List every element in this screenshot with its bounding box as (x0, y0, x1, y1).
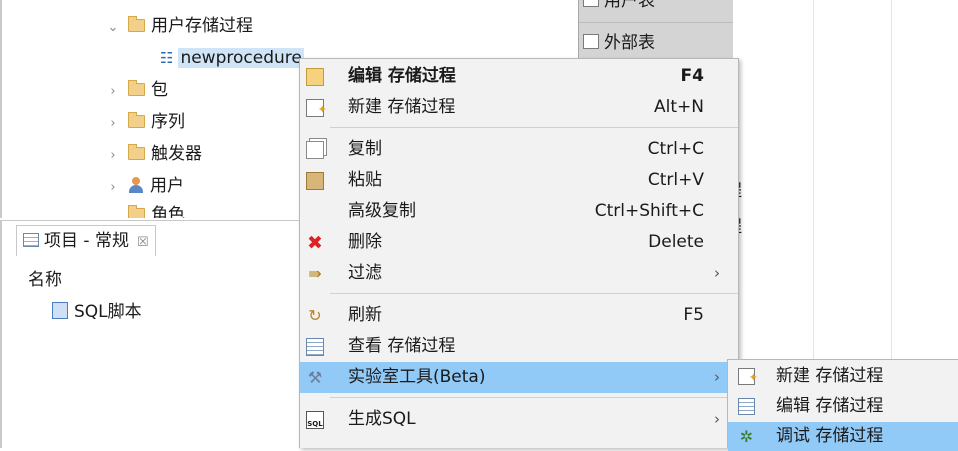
object-row-external-tables[interactable]: 外部表 (583, 28, 655, 58)
menu-item-shortcut: F5 (683, 305, 704, 325)
delete-icon: ✖ (307, 232, 323, 254)
object-row-label: 外部表 (604, 33, 655, 53)
menu-item-shortcut: Ctrl+C (647, 139, 704, 159)
tree-item-user-procedures[interactable]: ⌄ 用户存储过程 (106, 11, 253, 41)
new-icon (306, 94, 327, 125)
submenu-item-edit-procedure[interactable]: 编辑 存储过程 (728, 392, 958, 421)
folder-icon (128, 80, 145, 96)
chevron-right-icon[interactable]: › (106, 141, 120, 171)
table-icon (583, 34, 599, 49)
tree-item-newprocedure[interactable]: ☷ newprocedure (160, 43, 304, 73)
tree-item-label: newprocedure (178, 48, 304, 68)
user-icon (128, 177, 144, 193)
filter-icon: ⇛ (308, 264, 322, 283)
folder-icon (128, 144, 145, 160)
chevron-right-icon: › (714, 264, 720, 282)
menu-item-filter[interactable]: ⇛ 过滤 › (300, 258, 738, 289)
menu-item-label: 删除 (348, 232, 382, 252)
menu-separator (330, 127, 738, 128)
column-header-name[interactable]: 名称 (28, 265, 62, 290)
menu-item-view-procedure[interactable]: 查看 存储过程 (300, 331, 738, 362)
menu-item-shortcut: Ctrl+V (647, 170, 704, 190)
paste-icon (306, 172, 324, 190)
menu-item-label: 复制 (348, 139, 382, 159)
view-icon (306, 338, 324, 356)
chevron-right-icon[interactable]: › (106, 77, 120, 107)
table-view-icon (23, 233, 39, 247)
sql-script-icon (52, 302, 68, 319)
procedure-icon: ☷ (160, 49, 174, 67)
menu-item-advanced-copy[interactable]: 高级复制 Ctrl+Shift+C (300, 196, 738, 227)
menu-item-label: 查看 存储过程 (348, 336, 456, 356)
tree-item-label: 序列 (151, 112, 185, 132)
folder-icon (128, 205, 145, 218)
chevron-down-icon[interactable]: ⌄ (106, 13, 120, 43)
chevron-right-icon: › (714, 368, 720, 386)
menu-item-label: 过滤 (348, 263, 382, 283)
menu-item-new-procedure[interactable]: 新建 存储过程 Alt+N (300, 92, 738, 125)
tree-item-packages[interactable]: › 包 (106, 75, 168, 105)
menu-item-refresh[interactable]: ↻ 刷新 F5 (300, 300, 738, 331)
tree-item-users[interactable]: › 用户 (106, 171, 184, 201)
menu-item-shortcut: Ctrl+Shift+C (594, 201, 704, 221)
menu-item-label: 编辑 存储过程 (776, 396, 884, 416)
tree-item-roles[interactable]: 角色 (106, 200, 185, 218)
menu-item-label: 编辑 存储过程 (348, 66, 456, 86)
list-item-sql-scripts[interactable]: SQL脚本 (52, 297, 142, 322)
menu-item-label: 高级复制 (348, 201, 416, 221)
object-row-label: 用户表 (604, 0, 655, 11)
menu-item-delete[interactable]: ✖ 删除 Delete (300, 227, 738, 258)
menu-item-label: 粘贴 (348, 170, 382, 190)
tree-item-triggers[interactable]: › 触发器 (106, 139, 202, 169)
menu-separator (330, 397, 738, 398)
submenu-item-new-procedure[interactable]: 新建 存储过程 (728, 362, 958, 392)
menu-item-label: 新建 存储过程 (348, 97, 456, 117)
menu-separator (330, 293, 738, 294)
tree-item-label: 用户 (150, 176, 184, 196)
tree-item-label: 用户存储过程 (151, 16, 253, 36)
sql-icon: SQL (306, 411, 324, 429)
copy-icon (306, 141, 324, 159)
lab-tools-submenu: 新建 存储过程 编辑 存储过程 ✲ 调试 存储过程 (727, 359, 958, 451)
menu-item-lab-tools[interactable]: ⚒ 实验室工具(Beta) › (300, 362, 738, 393)
menu-item-label: 实验室工具(Beta) (348, 367, 486, 387)
list-item-label: SQL脚本 (74, 302, 142, 322)
tree-item-label: 包 (151, 80, 168, 100)
close-icon[interactable]: ☒ (137, 235, 149, 250)
menu-item-label: 生成SQL (348, 409, 416, 429)
menu-item-paste[interactable]: 粘贴 Ctrl+V (300, 165, 738, 196)
tree-item-sequences[interactable]: › 序列 (106, 107, 185, 137)
folder-icon (128, 112, 145, 128)
tree-item-label: 触发器 (151, 144, 202, 164)
tree-item-label: 角色 (151, 205, 185, 218)
menu-item-copy[interactable]: 复制 Ctrl+C (300, 134, 738, 165)
edit-doc-icon (738, 398, 755, 415)
debug-icon: ✲ (739, 427, 754, 446)
menu-item-shortcut: Alt+N (654, 97, 704, 117)
menu-item-edit-procedure[interactable]: 编辑 存储过程 F4 (300, 61, 738, 92)
menu-item-shortcut: Delete (648, 232, 704, 252)
chevron-right-icon[interactable]: › (106, 173, 120, 203)
table-icon (583, 0, 599, 7)
context-menu: 编辑 存储过程 F4 新建 存储过程 Alt+N 复制 Ctrl+C 粘贴 Ct… (299, 58, 739, 448)
menu-item-label: 刷新 (348, 305, 382, 325)
menu-item-generate-sql[interactable]: SQL 生成SQL › (300, 404, 738, 435)
tab-project-general[interactable]: 项目 - 常规 ☒ (16, 225, 156, 256)
new-icon (738, 363, 758, 392)
folder-icon (128, 16, 145, 32)
object-row-user-tables[interactable]: 用户表 (583, 0, 655, 16)
tab-label: 项目 - 常规 (44, 231, 129, 251)
menu-item-shortcut: F4 (680, 66, 704, 86)
divider (579, 22, 733, 23)
edit-icon (306, 68, 324, 86)
refresh-icon: ↻ (308, 306, 322, 325)
chevron-right-icon: › (714, 410, 720, 428)
tools-icon: ⚒ (307, 368, 323, 387)
chevron-right-icon[interactable]: › (106, 109, 120, 139)
menu-item-label: 新建 存储过程 (776, 366, 884, 386)
